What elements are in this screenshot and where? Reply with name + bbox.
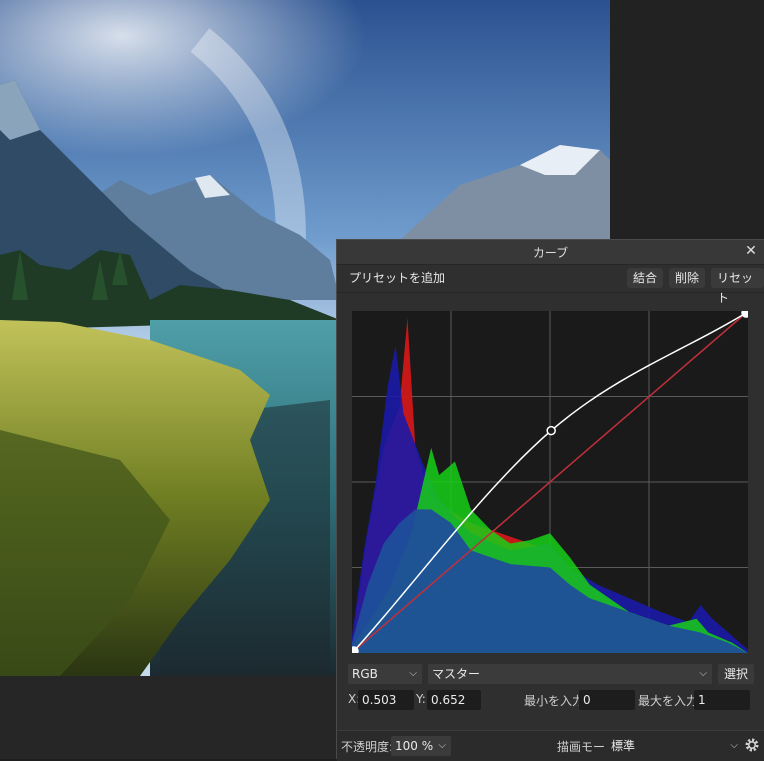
opacity-value: 100 % (395, 739, 434, 753)
opacity-label: 不透明度: (341, 740, 394, 754)
min-input[interactable]: 0 (579, 690, 635, 710)
workspace-area (610, 0, 764, 240)
max-input-label: 最大を入力: (638, 694, 703, 708)
curve-graph[interactable] (352, 311, 748, 653)
chevron-down-icon: ⌵ (409, 668, 417, 679)
chevron-down-icon: ⌵ (438, 740, 446, 751)
mode-value: マスター (432, 667, 481, 681)
workspace-area-bottom (0, 676, 336, 759)
gear-icon[interactable] (744, 737, 760, 753)
chevron-down-icon: ⌵ (730, 740, 738, 751)
delete-button[interactable]: 削除 (669, 268, 706, 288)
channel-value: RGB (352, 667, 378, 681)
merge-button[interactable]: 結合 (627, 268, 664, 288)
chevron-down-icon: ⌵ (699, 668, 707, 679)
select-button[interactable]: 選択 (718, 664, 754, 684)
curves-panel: カーブ ✕ プリセットを追加 結合 削除 リセット RGB ⌵ マスター ⌵ 選… (336, 239, 764, 761)
reset-button[interactable]: リセット (711, 268, 764, 305)
curve-point[interactable] (741, 311, 748, 318)
y-label: Y: (416, 692, 426, 706)
add-preset-button[interactable]: プリセットを追加 (343, 268, 451, 288)
opacity-select[interactable]: 100 % ⌵ (391, 736, 451, 756)
channel-select[interactable]: RGB ⌵ (348, 664, 422, 684)
blend-mode-value: 標準 (611, 739, 636, 753)
max-input[interactable]: 1 (694, 690, 750, 710)
panel-title-bar[interactable]: カーブ ✕ (337, 240, 764, 265)
curve-point[interactable] (352, 646, 359, 653)
mode-select[interactable]: マスター ⌵ (428, 664, 712, 684)
y-input[interactable]: 0.652 (427, 690, 481, 710)
x-input[interactable]: 0.503 (358, 690, 414, 710)
panel-title: カーブ (532, 246, 569, 260)
close-icon[interactable]: ✕ (742, 242, 760, 260)
curve-point-selected[interactable] (546, 425, 556, 436)
panel-footer: 不透明度: 100 % ⌵ 描画モード: 標準 ⌵ (337, 730, 764, 761)
blend-mode-select[interactable]: 標準 ⌵ (607, 736, 743, 756)
panel-toolbar: プリセットを追加 結合 削除 リセット (337, 264, 764, 305)
